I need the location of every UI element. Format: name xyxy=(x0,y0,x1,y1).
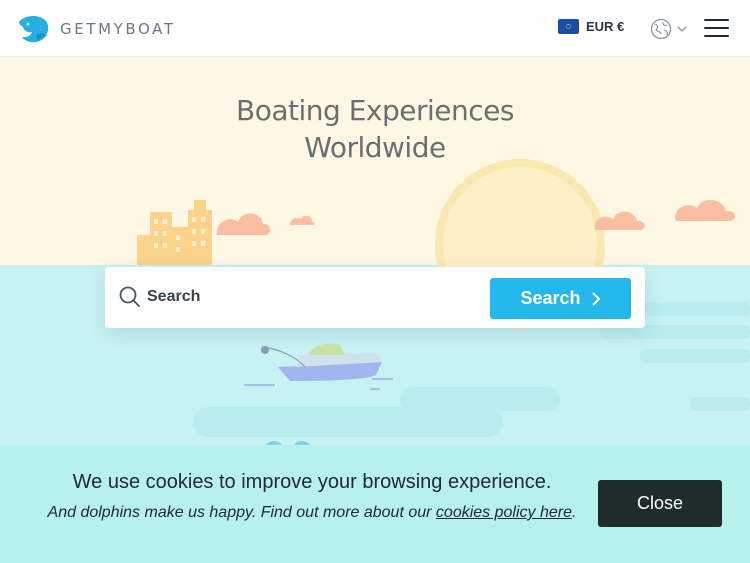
menu-line xyxy=(704,19,729,21)
hero-title-line1: Boating Experiences xyxy=(236,94,514,127)
cookie-banner-title: We use cookies to improve your browsing … xyxy=(72,471,552,493)
search-box: Search xyxy=(105,267,645,328)
search-button-label: Search xyxy=(520,288,581,308)
currency-label: EUR € xyxy=(586,19,625,34)
cookie-text-after: . xyxy=(572,504,577,521)
logo-text: GETMYBOAT xyxy=(60,20,176,38)
city-buildings-illustration xyxy=(137,200,212,265)
fishing-boat-illustration xyxy=(244,343,393,390)
menu-line xyxy=(704,35,729,37)
logo[interactable]: GETMYBOAT xyxy=(16,14,176,44)
hero-title: Boating Experiences Worldwide xyxy=(0,92,750,166)
hamburger-menu-button[interactable] xyxy=(704,19,729,37)
currency-selector[interactable]: EUR € xyxy=(558,19,624,34)
cookie-banner: We use cookies to improve your browsing … xyxy=(0,445,750,563)
eu-flag-icon xyxy=(558,19,579,34)
dolphin-logo-icon xyxy=(19,16,49,43)
chevron-down-icon xyxy=(677,26,687,32)
menu-line xyxy=(704,27,729,29)
search-input[interactable] xyxy=(147,283,477,311)
chevron-right-icon xyxy=(591,291,600,306)
top-navbar: GETMYBOAT EUR € xyxy=(0,0,750,57)
globe-icon xyxy=(650,18,672,40)
cookie-text-before: And dolphins make us happy. Find out mor… xyxy=(47,504,436,521)
hero-title-line2: Worldwide xyxy=(304,131,446,164)
cookie-banner-text: And dolphins make us happy. Find out mor… xyxy=(0,504,624,522)
search-icon xyxy=(119,286,140,307)
search-button[interactable]: Search xyxy=(490,278,631,319)
cookie-close-button[interactable]: Close xyxy=(598,480,722,527)
language-selector[interactable] xyxy=(650,18,688,40)
cookies-policy-link[interactable]: cookies policy here xyxy=(436,504,572,521)
